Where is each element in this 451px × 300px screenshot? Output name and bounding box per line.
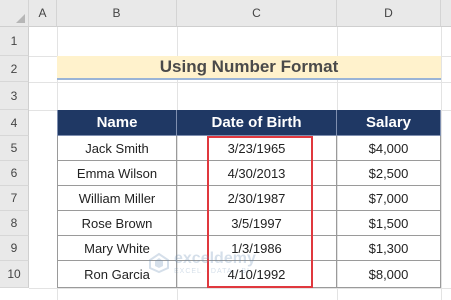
table-row: William Miller 2/30/1987 $7,000: [57, 186, 441, 211]
row-header-5[interactable]: 5: [0, 136, 29, 161]
header-cell-date-of-birth[interactable]: Date of Birth: [177, 110, 337, 136]
date-cell[interactable]: 4/10/1992: [177, 261, 337, 288]
table-row: Ron Garcia 4/10/1992 $8,000: [57, 261, 441, 288]
gridline: [441, 27, 442, 300]
spreadsheet-grid: A B C D 1 2 3 4 5 6 7 8 9 10 Using Numbe…: [0, 0, 451, 300]
row-header-3[interactable]: 3: [0, 82, 29, 110]
gridline: [29, 288, 451, 289]
date-cell[interactable]: 4/30/2013: [177, 161, 337, 186]
row-header-1[interactable]: 1: [0, 27, 29, 56]
row-header-6[interactable]: 6: [0, 161, 29, 186]
salary-cell[interactable]: $1,300: [337, 236, 441, 261]
name-cell[interactable]: Emma Wilson: [57, 161, 177, 186]
name-cell[interactable]: Ron Garcia: [57, 261, 177, 288]
salary-cell[interactable]: $7,000: [337, 186, 441, 211]
column-header-e[interactable]: [441, 0, 451, 27]
salary-cell[interactable]: $4,000: [337, 136, 441, 161]
row-header-10[interactable]: 10: [0, 261, 29, 288]
name-cell[interactable]: William Miller: [57, 186, 177, 211]
row-header-2[interactable]: 2: [0, 56, 29, 82]
table-row: Jack Smith 3/23/1965 $4,000: [57, 136, 441, 161]
header-cell-name[interactable]: Name: [57, 110, 177, 136]
row-header-7[interactable]: 7: [0, 186, 29, 211]
name-cell[interactable]: Jack Smith: [57, 136, 177, 161]
row-header-8[interactable]: 8: [0, 211, 29, 236]
date-cell[interactable]: 1/3/1986: [177, 236, 337, 261]
table-row: Rose Brown 3/5/1997 $1,500: [57, 211, 441, 236]
table-row: Mary White 1/3/1986 $1,300: [57, 236, 441, 261]
column-header-c[interactable]: C: [177, 0, 337, 27]
table-header-row: Name Date of Birth Salary: [57, 110, 441, 136]
salary-cell[interactable]: $1,500: [337, 211, 441, 236]
name-cell[interactable]: Mary White: [57, 236, 177, 261]
select-all-corner[interactable]: [0, 0, 29, 27]
row-header-9[interactable]: 9: [0, 236, 29, 261]
salary-cell[interactable]: $2,500: [337, 161, 441, 186]
select-all-triangle-icon: [16, 14, 25, 23]
header-cell-salary[interactable]: Salary: [337, 110, 441, 136]
date-cell[interactable]: 2/30/1987: [177, 186, 337, 211]
sheet-title[interactable]: Using Number Format: [57, 56, 441, 80]
date-cell[interactable]: 3/23/1965: [177, 136, 337, 161]
row-header-4[interactable]: 4: [0, 110, 29, 136]
salary-cell[interactable]: $8,000: [337, 261, 441, 288]
column-header-b[interactable]: B: [57, 0, 177, 27]
column-header-a[interactable]: A: [29, 0, 57, 27]
gridline: [29, 82, 451, 83]
name-cell[interactable]: Rose Brown: [57, 211, 177, 236]
column-header-d[interactable]: D: [337, 0, 441, 27]
table-row: Emma Wilson 4/30/2013 $2,500: [57, 161, 441, 186]
date-cell[interactable]: 3/5/1997: [177, 211, 337, 236]
